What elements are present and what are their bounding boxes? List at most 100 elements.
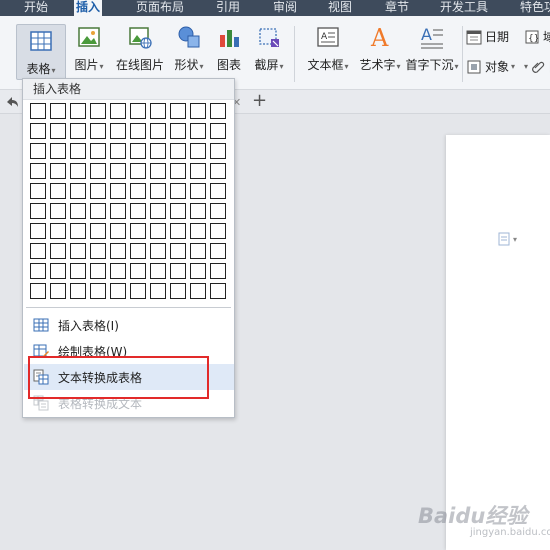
- shape-button[interactable]: 形状▾: [170, 18, 208, 73]
- grid-cell[interactable]: [110, 243, 126, 259]
- grid-cell[interactable]: [210, 183, 226, 199]
- grid-cell[interactable]: [130, 103, 146, 119]
- grid-cell[interactable]: [170, 203, 186, 219]
- grid-cell[interactable]: [70, 103, 86, 119]
- grid-cell[interactable]: [170, 103, 186, 119]
- grid-cell[interactable]: [130, 163, 146, 179]
- grid-cell[interactable]: [70, 283, 86, 299]
- grid-cell[interactable]: [150, 103, 166, 119]
- grid-cell[interactable]: [50, 143, 66, 159]
- table-size-grid[interactable]: [30, 103, 226, 299]
- grid-cell[interactable]: [210, 223, 226, 239]
- tab-page-layout[interactable]: 页面布局: [134, 0, 186, 16]
- dropcap-button[interactable]: A 首字下沉▾: [405, 18, 458, 73]
- grid-cell[interactable]: [50, 183, 66, 199]
- grid-cell[interactable]: [190, 183, 206, 199]
- grid-cell[interactable]: [190, 103, 206, 119]
- grid-cell[interactable]: [30, 283, 46, 299]
- tab-review[interactable]: 审阅: [271, 0, 299, 16]
- grid-cell[interactable]: [130, 123, 146, 139]
- grid-cell[interactable]: [210, 163, 226, 179]
- table-button[interactable]: 表格▾: [16, 24, 66, 80]
- attachment-button[interactable]: ▾ 附: [524, 58, 550, 75]
- grid-cell[interactable]: [30, 263, 46, 279]
- grid-cell[interactable]: [90, 263, 106, 279]
- grid-cell[interactable]: [130, 143, 146, 159]
- grid-cell[interactable]: [110, 203, 126, 219]
- new-tab-icon[interactable]: +: [252, 92, 267, 110]
- online-picture-button[interactable]: 在线图片: [113, 18, 167, 73]
- grid-cell[interactable]: [170, 183, 186, 199]
- grid-cell[interactable]: [210, 203, 226, 219]
- grid-cell[interactable]: [150, 163, 166, 179]
- tab-special[interactable]: 特色功: [518, 0, 550, 16]
- grid-cell[interactable]: [30, 123, 46, 139]
- screenshot-button[interactable]: 截屏▾: [250, 18, 288, 73]
- grid-cell[interactable]: [110, 263, 126, 279]
- grid-cell[interactable]: [130, 263, 146, 279]
- grid-cell[interactable]: [70, 123, 86, 139]
- insert-table-item[interactable]: 插入表格(I): [24, 312, 234, 338]
- tab-insert[interactable]: 插入: [74, 0, 103, 16]
- grid-cell[interactable]: [130, 203, 146, 219]
- grid-cell[interactable]: [50, 223, 66, 239]
- grid-cell[interactable]: [170, 243, 186, 259]
- grid-cell[interactable]: [50, 103, 66, 119]
- undo-icon[interactable]: [4, 94, 20, 110]
- grid-cell[interactable]: [90, 223, 106, 239]
- grid-cell[interactable]: [50, 123, 66, 139]
- grid-cell[interactable]: [190, 263, 206, 279]
- grid-cell[interactable]: [110, 183, 126, 199]
- grid-cell[interactable]: [150, 183, 166, 199]
- grid-cell[interactable]: [90, 103, 106, 119]
- grid-cell[interactable]: [30, 103, 46, 119]
- grid-cell[interactable]: [90, 283, 106, 299]
- grid-cell[interactable]: [170, 123, 186, 139]
- grid-cell[interactable]: [170, 263, 186, 279]
- document-page[interactable]: [446, 135, 550, 550]
- grid-cell[interactable]: [190, 143, 206, 159]
- grid-cell[interactable]: [130, 243, 146, 259]
- textbox-button[interactable]: A 文本框▾: [302, 18, 354, 73]
- grid-cell[interactable]: [170, 143, 186, 159]
- object-button[interactable]: 对象 ▾: [466, 58, 515, 75]
- wordart-button[interactable]: A 艺术字▾: [359, 18, 400, 73]
- grid-cell[interactable]: [70, 143, 86, 159]
- grid-cell[interactable]: [50, 203, 66, 219]
- grid-cell[interactable]: [30, 223, 46, 239]
- grid-cell[interactable]: [70, 163, 86, 179]
- grid-cell[interactable]: [190, 123, 206, 139]
- grid-cell[interactable]: [170, 283, 186, 299]
- grid-cell[interactable]: [170, 223, 186, 239]
- grid-cell[interactable]: [70, 183, 86, 199]
- tab-references[interactable]: 引用: [214, 0, 242, 16]
- grid-cell[interactable]: [70, 263, 86, 279]
- grid-cell[interactable]: [130, 223, 146, 239]
- grid-cell[interactable]: [30, 243, 46, 259]
- date-button[interactable]: 日期: [466, 28, 509, 45]
- grid-cell[interactable]: [50, 263, 66, 279]
- grid-cell[interactable]: [90, 243, 106, 259]
- grid-cell[interactable]: [70, 203, 86, 219]
- grid-cell[interactable]: [170, 163, 186, 179]
- grid-cell[interactable]: [110, 223, 126, 239]
- grid-cell[interactable]: [210, 123, 226, 139]
- grid-cell[interactable]: [150, 263, 166, 279]
- grid-cell[interactable]: [50, 163, 66, 179]
- tab-developer[interactable]: 开发工具: [438, 0, 490, 16]
- tab-home[interactable]: 开始: [22, 0, 50, 16]
- grid-cell[interactable]: [90, 183, 106, 199]
- grid-cell[interactable]: [150, 243, 166, 259]
- field-button[interactable]: {} 域: [524, 28, 550, 45]
- grid-cell[interactable]: [210, 283, 226, 299]
- grid-cell[interactable]: [190, 283, 206, 299]
- grid-cell[interactable]: [110, 143, 126, 159]
- grid-cell[interactable]: [30, 163, 46, 179]
- paragraph-marker[interactable]: ▾: [498, 232, 517, 246]
- picture-button[interactable]: 图片▾: [70, 18, 108, 73]
- grid-cell[interactable]: [150, 123, 166, 139]
- tab-view[interactable]: 视图: [326, 0, 354, 16]
- grid-cell[interactable]: [50, 283, 66, 299]
- grid-cell[interactable]: [110, 103, 126, 119]
- grid-cell[interactable]: [30, 203, 46, 219]
